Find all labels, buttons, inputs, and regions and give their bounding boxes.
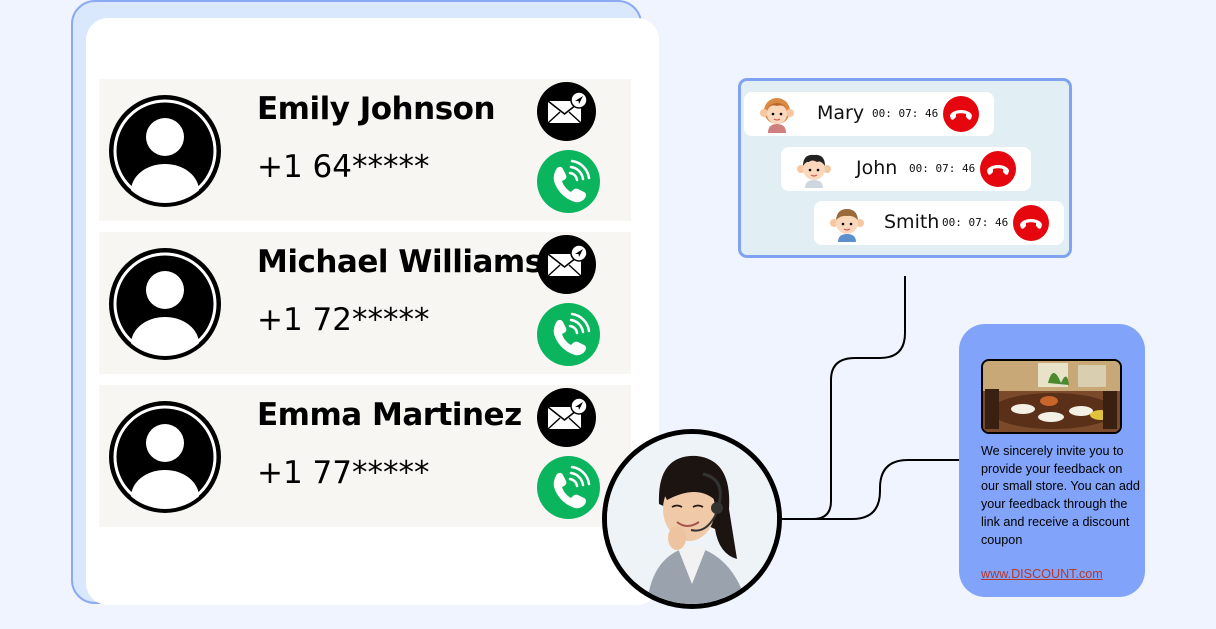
boy-avatar-icon xyxy=(830,209,864,242)
feedback-message: We sincerely invite you to provide your … xyxy=(981,444,1140,547)
support-agent-image xyxy=(607,434,777,604)
discount-link[interactable]: www.DISCOUNT.com xyxy=(981,567,1103,581)
active-calls-panel: Mary 00: 07: 46 John 00: 07: 46 Smith 00… xyxy=(738,78,1072,258)
caller-name: Mary xyxy=(817,102,865,124)
boy-avatar-icon xyxy=(797,154,831,188)
caller-name: Smith xyxy=(884,211,940,233)
call-chip: Smith 00: 07: 46 xyxy=(814,201,1064,245)
hangup-button[interactable] xyxy=(943,96,979,132)
phone-hangup-icon xyxy=(950,110,972,120)
phone-hangup-icon xyxy=(987,165,1009,175)
call-chip: John 00: 07: 46 xyxy=(781,147,1031,191)
call-duration: 00: 07: 46 xyxy=(872,107,939,120)
caller-name: John xyxy=(856,157,898,179)
call-duration: 00: 07: 46 xyxy=(909,162,976,175)
store-photo xyxy=(981,359,1122,434)
dining-table-image xyxy=(983,361,1120,432)
hangup-button[interactable] xyxy=(1013,205,1049,241)
phone-hangup-icon xyxy=(1020,219,1042,229)
call-duration: 00: 07: 46 xyxy=(942,216,1009,229)
hangup-button[interactable] xyxy=(980,151,1016,187)
feedback-card: We sincerely invite you to provide your … xyxy=(959,324,1145,597)
call-chip: Mary 00: 07: 46 xyxy=(744,92,994,136)
agent-photo xyxy=(602,429,782,609)
girl-avatar-icon xyxy=(760,98,794,133)
